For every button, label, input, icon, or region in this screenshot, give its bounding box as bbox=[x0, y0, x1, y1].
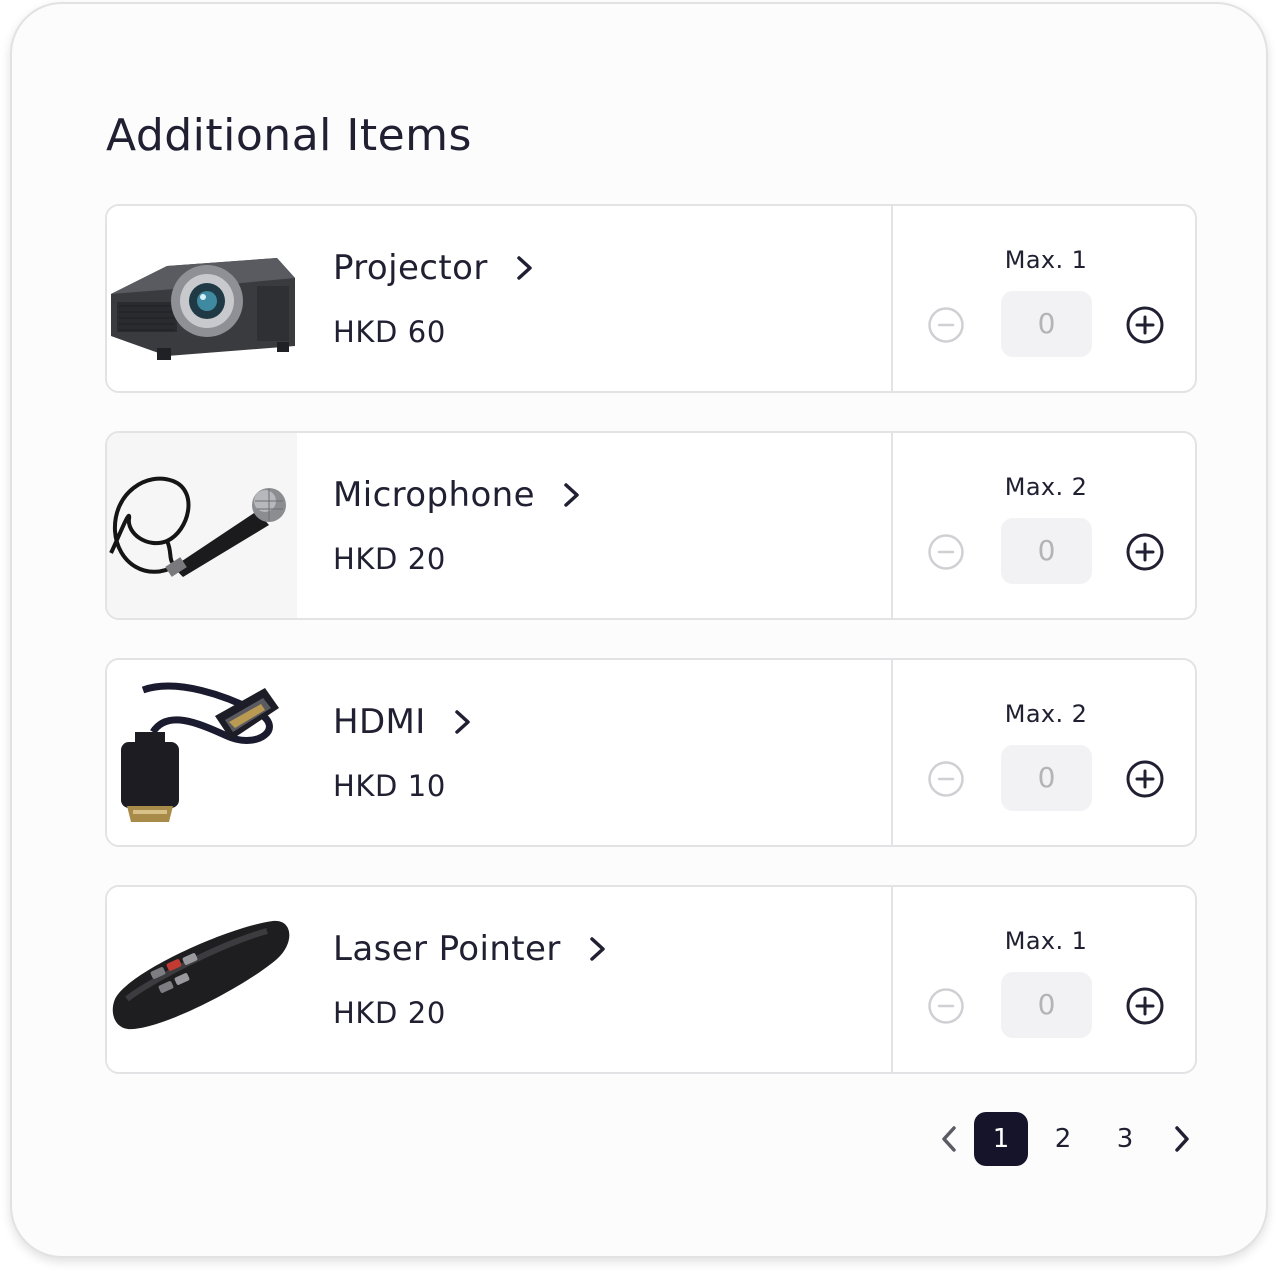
chevron-right-icon bbox=[514, 252, 536, 284]
item-name-link[interactable]: Projector bbox=[333, 244, 536, 292]
minus-circle-icon[interactable] bbox=[927, 533, 965, 571]
chevron-left-icon[interactable] bbox=[934, 1112, 964, 1166]
plus-circle-icon[interactable] bbox=[1125, 532, 1165, 572]
quantity-stepper: Max. 2 0 bbox=[891, 660, 1195, 845]
page-title: Additional Items bbox=[106, 110, 472, 161]
max-quantity-label: Max. 2 bbox=[1004, 700, 1088, 728]
chevron-right-icon bbox=[452, 706, 474, 738]
max-quantity-label: Max. 1 bbox=[1004, 246, 1088, 274]
pagination: 1 2 3 bbox=[930, 1112, 1200, 1166]
item-card-hdmi: HDMI HKD 10 Max. 2 0 bbox=[105, 658, 1197, 847]
chevron-right-icon bbox=[587, 933, 609, 965]
minus-circle-icon[interactable] bbox=[927, 306, 965, 344]
item-price: HKD 60 bbox=[333, 315, 446, 349]
additional-items-panel: Additional Items Projector HKD 60 Max. 1… bbox=[10, 2, 1268, 1258]
max-quantity-label: Max. 1 bbox=[1004, 927, 1088, 955]
page-button-2[interactable]: 2 bbox=[1048, 1112, 1078, 1166]
quantity-stepper: Max. 1 0 bbox=[891, 206, 1195, 391]
minus-circle-icon[interactable] bbox=[927, 987, 965, 1025]
page-button-3[interactable]: 3 bbox=[1110, 1112, 1140, 1166]
item-price: HKD 20 bbox=[333, 996, 446, 1030]
quantity-value[interactable]: 0 bbox=[1001, 518, 1092, 584]
chevron-right-icon[interactable] bbox=[1170, 1112, 1194, 1166]
plus-circle-icon[interactable] bbox=[1125, 305, 1165, 345]
page-button-1[interactable]: 1 bbox=[974, 1112, 1028, 1166]
quantity-value[interactable]: 0 bbox=[1001, 972, 1092, 1038]
plus-circle-icon[interactable] bbox=[1125, 986, 1165, 1026]
item-name-link[interactable]: HDMI bbox=[333, 698, 474, 746]
max-quantity-label: Max. 2 bbox=[1004, 473, 1088, 501]
item-price: HKD 10 bbox=[333, 769, 446, 803]
quantity-value[interactable]: 0 bbox=[1001, 745, 1092, 811]
minus-circle-icon[interactable] bbox=[927, 760, 965, 798]
item-name-link[interactable]: Microphone bbox=[333, 471, 583, 519]
microphone-image bbox=[107, 433, 297, 618]
projector-image bbox=[107, 206, 297, 391]
item-price: HKD 20 bbox=[333, 542, 446, 576]
item-card-microphone: Microphone HKD 20 Max. 2 0 bbox=[105, 431, 1197, 620]
hdmi-cable-image bbox=[107, 660, 297, 845]
plus-circle-icon[interactable] bbox=[1125, 759, 1165, 799]
item-name: Projector bbox=[333, 248, 488, 288]
quantity-stepper: Max. 1 0 bbox=[891, 887, 1195, 1072]
item-name-link[interactable]: Laser Pointer bbox=[333, 925, 609, 973]
item-card-laser-pointer: Laser Pointer HKD 20 Max. 1 0 bbox=[105, 885, 1197, 1074]
item-name: HDMI bbox=[333, 702, 426, 742]
quantity-stepper: Max. 2 0 bbox=[891, 433, 1195, 618]
chevron-right-icon bbox=[561, 479, 583, 511]
item-card-projector: Projector HKD 60 Max. 1 0 bbox=[105, 204, 1197, 393]
item-name: Laser Pointer bbox=[333, 929, 561, 969]
item-name: Microphone bbox=[333, 475, 535, 515]
quantity-value[interactable]: 0 bbox=[1001, 291, 1092, 357]
laser-pointer-image bbox=[107, 887, 297, 1072]
